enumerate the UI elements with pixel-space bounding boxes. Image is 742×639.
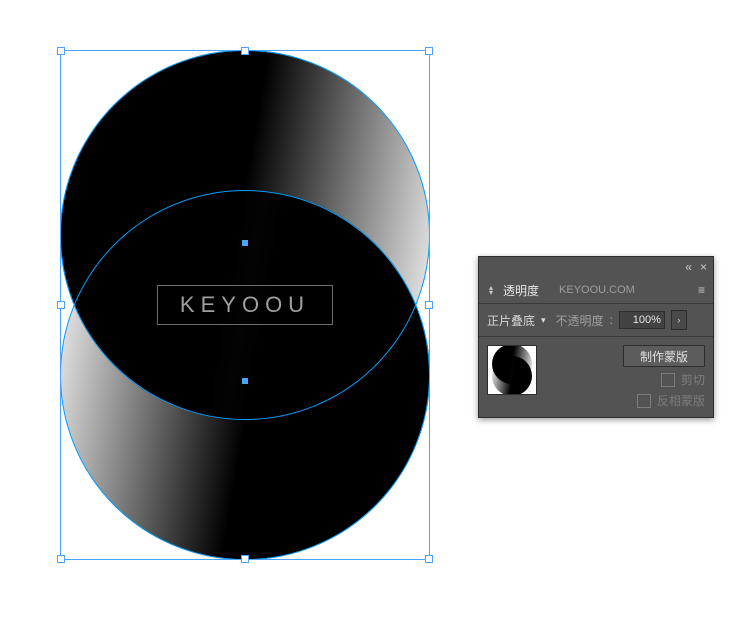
artboard[interactable]: KEYOOU xyxy=(60,50,430,560)
collapse-icon[interactable]: « xyxy=(685,260,692,274)
expand-icon: ▴▾ xyxy=(489,285,499,295)
close-icon[interactable]: × xyxy=(700,260,707,274)
clip-option: 剪切 xyxy=(547,371,705,388)
opacity-input[interactable] xyxy=(619,311,665,329)
panel-top-controls: « × xyxy=(479,257,713,277)
invert-mask-option: 反相蒙版 xyxy=(547,392,705,409)
center-point-bottom[interactable] xyxy=(242,378,248,384)
blend-mode-value: 正片叠底 xyxy=(487,312,535,329)
transparency-panel: « × ▴▾ 透明度 KEYOOU.COM ≡ 正片叠底 ▾ 不透明度 : › xyxy=(478,256,714,418)
center-point-top[interactable] xyxy=(242,240,248,246)
tab-secondary[interactable]: KEYOOU.COM xyxy=(549,277,645,303)
tab-secondary-label: KEYOOU.COM xyxy=(559,284,635,296)
invert-mask-label: 反相蒙版 xyxy=(657,392,705,409)
clip-label: 剪切 xyxy=(681,371,705,388)
opacity-stepper[interactable]: › xyxy=(671,310,687,330)
colon: : xyxy=(610,313,613,327)
mask-row: 制作蒙版 剪切 反相蒙版 xyxy=(479,337,713,417)
mask-options: 制作蒙版 剪切 反相蒙版 xyxy=(547,345,705,409)
clip-checkbox xyxy=(661,373,675,387)
object-thumbnail[interactable] xyxy=(487,345,537,395)
chevron-down-icon: ▾ xyxy=(541,315,546,326)
blend-mode-dropdown[interactable]: 正片叠底 ▾ xyxy=(487,310,546,330)
opacity-label: 不透明度 xyxy=(556,312,604,329)
watermark: KEYOOU xyxy=(157,285,333,325)
blend-opacity-row: 正片叠底 ▾ 不透明度 : › xyxy=(479,304,713,337)
make-mask-button[interactable]: 制作蒙版 xyxy=(623,345,705,367)
panel-tabs: ▴▾ 透明度 KEYOOU.COM ≡ xyxy=(479,277,713,304)
invert-mask-checkbox xyxy=(637,394,651,408)
tab-transparency[interactable]: ▴▾ 透明度 xyxy=(479,277,549,303)
app-stage: KEYOOU « × ▴▾ 透明度 KEYOOU.COM ≡ xyxy=(0,0,742,639)
tab-transparency-label: 透明度 xyxy=(503,282,539,299)
panel-menu-icon[interactable]: ≡ xyxy=(690,283,713,297)
thumb-circle-bottom xyxy=(492,356,532,395)
